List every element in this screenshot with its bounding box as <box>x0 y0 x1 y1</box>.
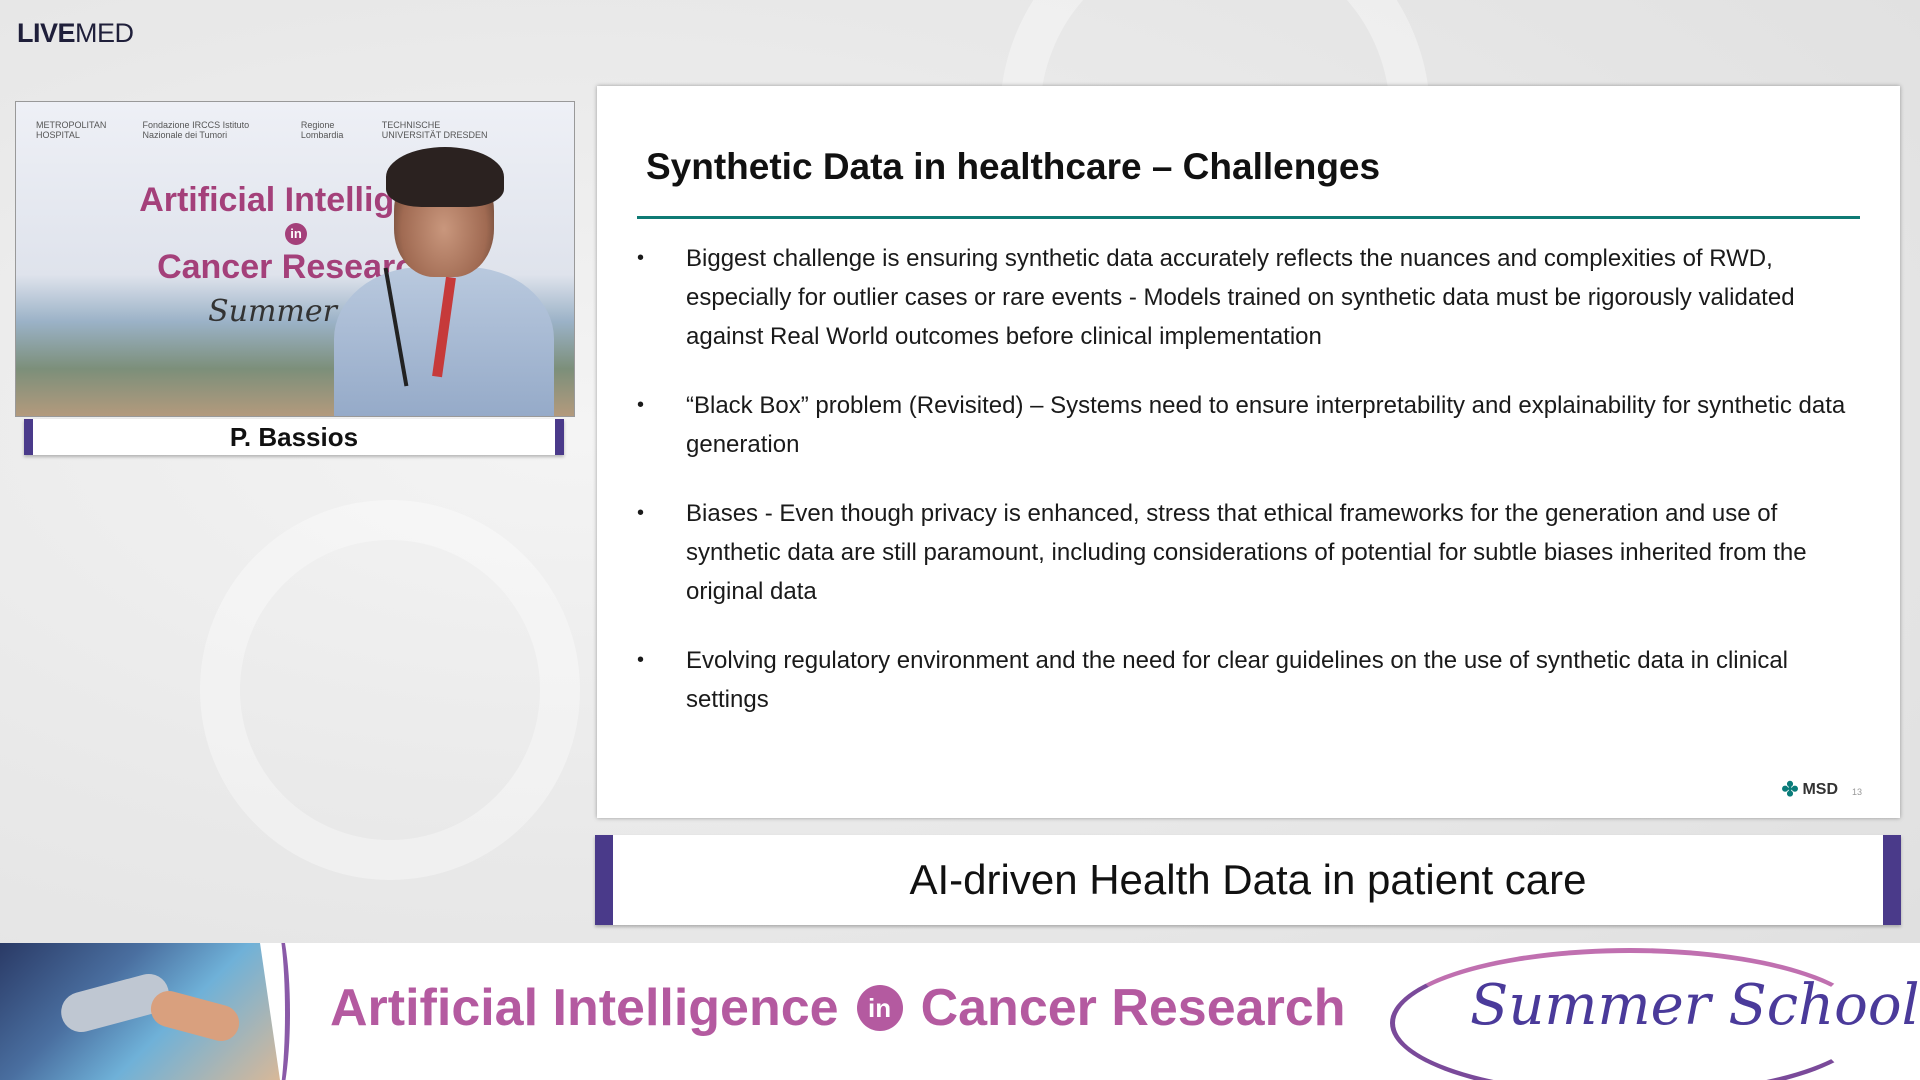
bullet-item: Evolving regulatory environment and the … <box>637 641 1847 719</box>
slide-number: 13 <box>1851 787 1862 797</box>
backdrop-logo: Regione Lombardia <box>300 120 344 140</box>
logo-bold: LIVE <box>17 18 76 48</box>
speaker-figure <box>334 147 554 416</box>
speaker-hair <box>386 147 504 207</box>
bullet-list: Biggest challenge is ensuring synthetic … <box>637 239 1847 749</box>
backdrop-logo: TECHNISCHE UNIVERSITÄT DRESDEN <box>381 120 488 140</box>
bullet-item: Biggest challenge is ensuring synthetic … <box>637 239 1847 356</box>
banner-title: Artificial Intelligence in Cancer Resear… <box>330 978 1346 1038</box>
speaker-name: P. Bassios <box>229 422 359 452</box>
title-divider <box>637 216 1860 219</box>
speaker-name-bar: P. Bassios <box>24 419 564 455</box>
banner-title-part1: Artificial Intelligence <box>330 979 839 1037</box>
backdrop-logo: METROPOLITAN HOSPITAL <box>36 120 107 140</box>
bullet-item: Biases - Even though privacy is enhanced… <box>637 494 1847 611</box>
backdrop-in-badge: in <box>285 223 307 246</box>
msd-icon: ✤ <box>1781 779 1799 801</box>
session-caption-bar: AI-driven Health Data in patient care <box>595 835 1901 925</box>
bullet-item: “Black Box” problem (Revisited) – System… <box>637 386 1847 464</box>
human-hand-icon <box>146 986 244 1046</box>
bottom-banner: Artificial Intelligence in Cancer Resear… <box>0 943 1920 1080</box>
backdrop-logos: METROPOLITAN HOSPITAL Fondazione IRCCS I… <box>36 110 494 150</box>
summer-school-script: Summer School <box>1470 973 1920 1038</box>
banner-arc <box>255 943 290 1080</box>
msd-logo: ✤ MSD <box>1782 777 1838 802</box>
backdrop-logo: Fondazione IRCCS Istituto Nazionale dei … <box>142 120 250 140</box>
banner-in-badge: in <box>856 985 903 1031</box>
slide-title: Synthetic Data in healthcare – Challenge… <box>646 146 1381 187</box>
livemed-logo: LIVEMED <box>17 18 134 49</box>
msd-text: MSD <box>1802 780 1838 798</box>
banner-title-part2: Cancer Research <box>920 979 1346 1037</box>
speaker-video: METROPOLITAN HOSPITAL Fondazione IRCCS I… <box>15 101 575 417</box>
background-decoration <box>200 500 580 880</box>
presentation-slide: Synthetic Data in healthcare – Challenge… <box>597 86 1900 818</box>
banner-image <box>0 943 280 1080</box>
session-caption: AI-driven Health Data in patient care <box>909 856 1587 903</box>
logo-light: MED <box>75 18 134 48</box>
